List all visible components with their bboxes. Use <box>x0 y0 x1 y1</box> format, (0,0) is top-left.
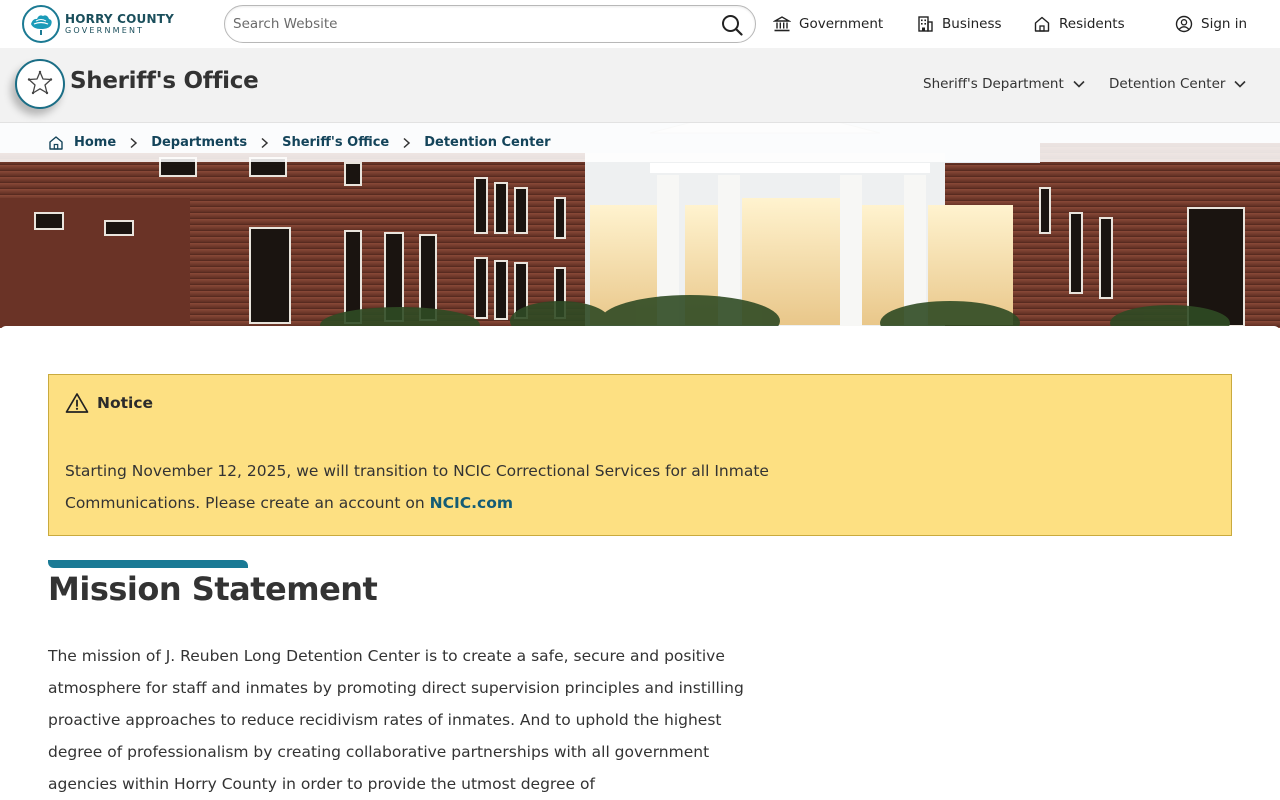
search-box <box>224 5 756 43</box>
chevron-right-icon <box>129 137 138 149</box>
warning-icon <box>65 393 89 413</box>
breadcrumb-bar: Home Departments Sheriff's Office Detent… <box>0 123 1280 162</box>
chevron-down-icon <box>1234 80 1247 88</box>
nav-government-label: Government <box>799 16 884 32</box>
breadcrumb-departments[interactable]: Departments <box>151 135 247 150</box>
nav-business[interactable]: Business <box>916 0 1002 48</box>
top-bar: HORRY COUNTY GOVERNMENT Government <box>0 0 1280 48</box>
sheriff-badge <box>15 59 65 109</box>
sign-in-label: Sign in <box>1201 16 1248 32</box>
nav-residents[interactable]: Residents <box>1033 0 1125 48</box>
government-building-icon <box>773 16 791 32</box>
breadcrumb-detention-center[interactable]: Detention Center <box>424 135 550 150</box>
notice-alert: Notice Starting November 12, 2025, we wi… <box>48 374 1232 536</box>
notice-heading: Notice <box>97 394 154 412</box>
breadcrumb-home[interactable]: Home <box>74 135 116 150</box>
user-circle-icon <box>1175 15 1193 33</box>
logo-subtitle: GOVERNMENT <box>65 26 145 35</box>
nav-detention-center[interactable]: Detention Center <box>1109 48 1247 120</box>
nav-residents-label: Residents <box>1059 16 1125 32</box>
section-accent-bar <box>48 560 248 568</box>
sheriff-star-icon <box>27 70 53 95</box>
chevron-down-icon <box>1073 80 1085 88</box>
ncic-link[interactable]: NCIC.com <box>430 494 513 512</box>
tree-logo-icon <box>22 5 60 43</box>
chevron-right-icon <box>260 137 269 149</box>
house-icon <box>1034 16 1050 32</box>
notice-text: Starting November 12, 2025, we will tran… <box>65 455 785 519</box>
mission-statement-text: The mission of J. Reuben Long Detention … <box>48 647 744 793</box>
breadcrumb-sheriffs-office[interactable]: Sheriff's Office <box>282 135 389 150</box>
office-building-icon <box>918 16 933 32</box>
horry-county-logo[interactable]: HORRY COUNTY GOVERNMENT <box>22 5 174 43</box>
sign-in-link[interactable]: Sign in <box>1175 0 1247 48</box>
main-content: Notice Starting November 12, 2025, we wi… <box>0 326 1280 800</box>
breadcrumb: Home Departments Sheriff's Office Detent… <box>48 123 551 162</box>
nav-sheriffs-department[interactable]: Sheriff's Department <box>923 48 1086 120</box>
notice-message: Starting November 12, 2025, we will tran… <box>65 462 769 512</box>
nav-detention-center-label: Detention Center <box>1109 76 1226 92</box>
nav-sheriffs-department-label: Sheriff's Department <box>923 76 1064 92</box>
home-icon[interactable] <box>48 135 64 151</box>
search-button[interactable] <box>719 12 745 38</box>
search-icon <box>722 15 743 36</box>
department-title[interactable]: Sheriff's Office <box>70 68 259 94</box>
nav-business-label: Business <box>942 16 1002 32</box>
search-input[interactable] <box>233 12 713 36</box>
mission-statement-heading: Mission Statement <box>48 570 378 608</box>
chevron-right-icon <box>402 137 411 149</box>
nav-government[interactable]: Government <box>773 0 883 48</box>
department-header: Sheriff's Office Sheriff's Department De… <box>0 48 1280 123</box>
logo-title: HORRY COUNTY <box>65 12 175 26</box>
